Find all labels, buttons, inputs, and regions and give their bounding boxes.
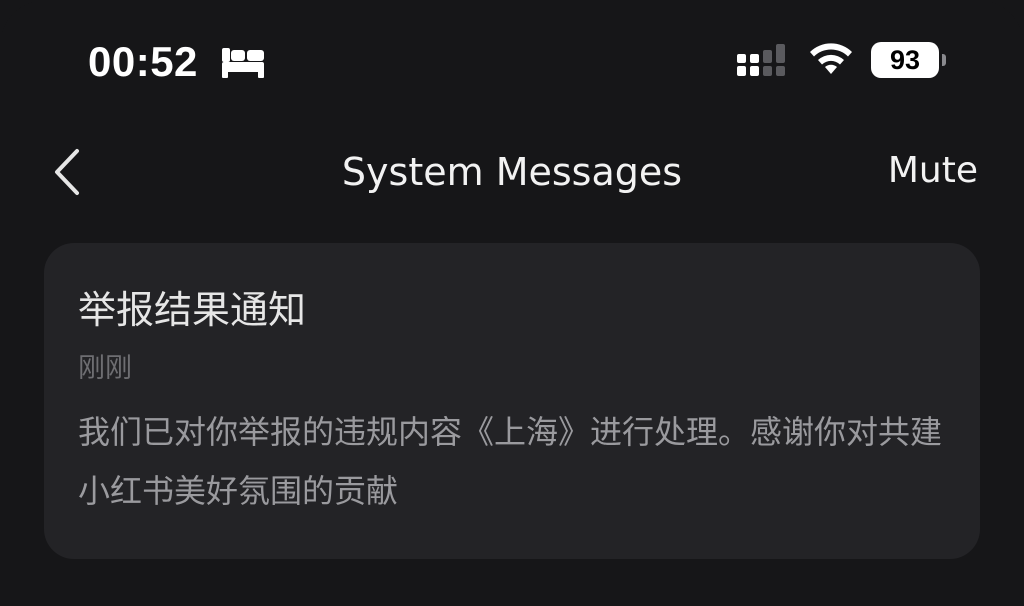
battery-indicator: 93: [871, 42, 947, 78]
message-timestamp: 刚刚: [78, 353, 132, 384]
mute-button[interactable]: Mute: [888, 150, 978, 191]
status-bar: 00:52 93: [0, 0, 1024, 110]
battery-level: 93: [889, 44, 921, 75]
message-body: 我们已对你举报的违规内容《上海》进行处理。感谢你对共建小红书美好氛围的贡献: [78, 413, 943, 510]
message-title: 举报结果通知: [78, 288, 307, 332]
battery-body: 93: [871, 42, 939, 78]
message-list-bottom: [0, 580, 1024, 606]
page-title: System Messages: [341, 150, 683, 194]
cellular-signal-icon: [737, 44, 785, 76]
message-card[interactable]: 举报结果通知 刚刚 我们已对你举报的违规内容《上海》进行处理。感谢你对共建小红书…: [44, 243, 980, 559]
screen: 00:52 93 System Messages Mute 举报结果通知 刚刚 …: [0, 0, 1024, 606]
battery-tip: [942, 54, 946, 66]
status-time: 00:52: [88, 38, 198, 85]
nav-bar: System Messages Mute: [0, 130, 1024, 214]
wifi-icon: [810, 43, 852, 74]
bed-icon: [222, 48, 264, 78]
